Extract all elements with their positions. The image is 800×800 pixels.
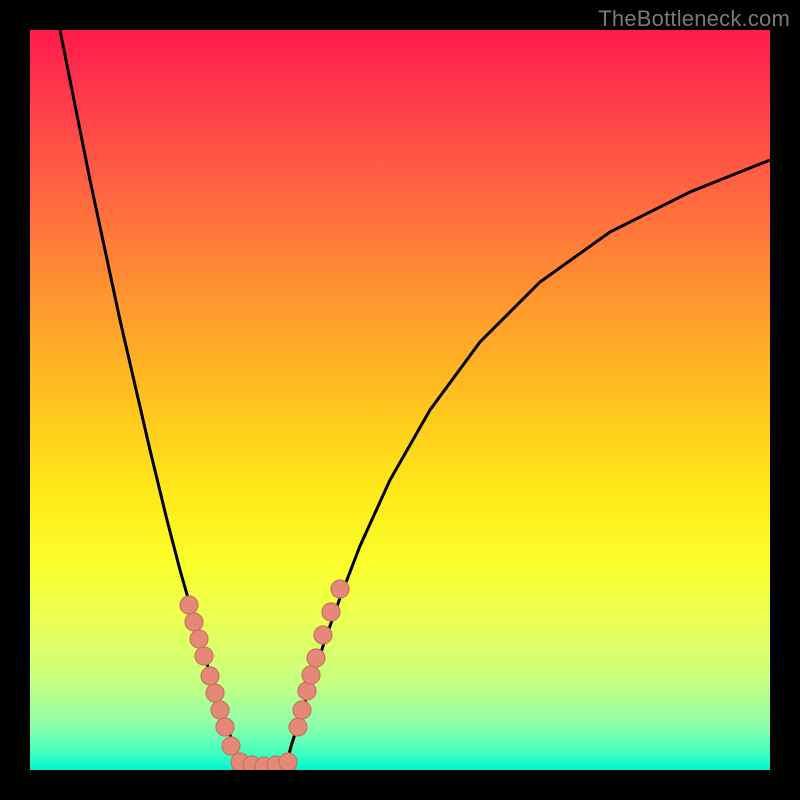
dots-left-group <box>180 596 240 755</box>
data-point <box>293 701 311 719</box>
watermark: TheBottleneck.com <box>598 6 790 32</box>
data-point <box>195 647 213 665</box>
data-point <box>180 596 198 614</box>
data-point <box>331 580 349 598</box>
data-point <box>185 613 203 631</box>
data-point <box>307 649 325 667</box>
data-point <box>289 718 307 736</box>
data-point <box>302 666 320 684</box>
bottleneck-chart <box>30 30 770 770</box>
data-point <box>190 630 208 648</box>
data-point <box>206 684 224 702</box>
data-point <box>279 753 297 770</box>
data-point <box>211 701 229 719</box>
data-point <box>216 718 234 736</box>
data-point <box>314 626 332 644</box>
dots-right-group <box>289 580 349 736</box>
data-point <box>222 737 240 755</box>
data-point <box>201 667 219 685</box>
data-point <box>322 603 340 621</box>
curve-right <box>288 160 770 770</box>
data-point <box>298 682 316 700</box>
chart-area <box>30 30 770 770</box>
